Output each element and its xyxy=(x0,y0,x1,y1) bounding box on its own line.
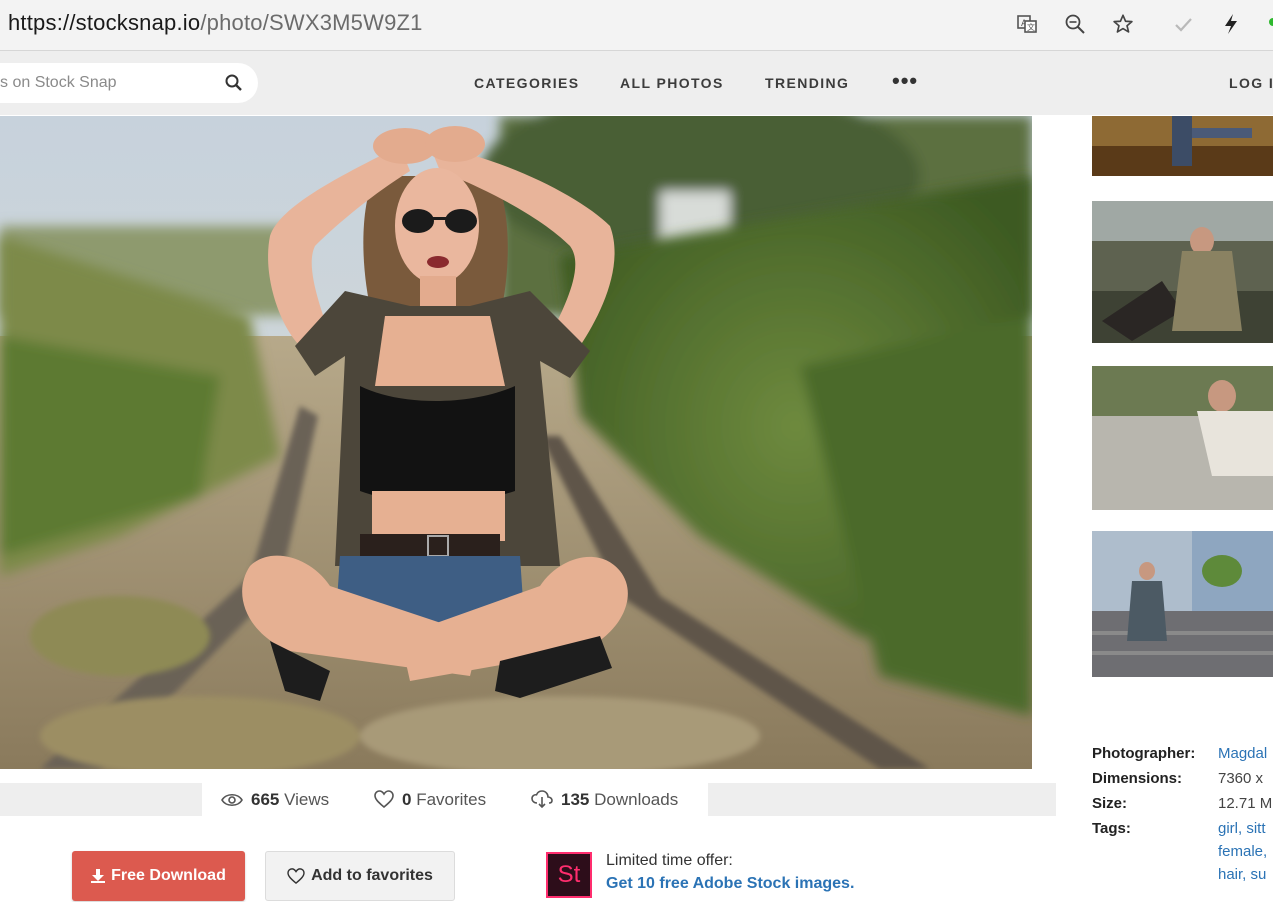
photographer-link[interactable]: Magdal xyxy=(1218,745,1267,762)
size-value: 12.71 M xyxy=(1218,795,1273,812)
nav-all-photos[interactable]: ALL PHOTOS xyxy=(620,75,724,91)
tag-link[interactable]: girl, sitt xyxy=(1218,820,1266,837)
more-menu-button[interactable]: ••• xyxy=(892,68,918,94)
extension-status-dot xyxy=(1269,18,1273,26)
free-download-label: Free Download xyxy=(111,867,226,884)
heart-icon xyxy=(374,790,394,809)
login-link[interactable]: LOG I xyxy=(1229,75,1273,91)
dimensions-label: Dimensions: xyxy=(1092,770,1183,787)
free-download-button[interactable]: Free Download xyxy=(72,851,245,901)
checkmark-icon[interactable] xyxy=(1169,10,1197,38)
stats-bar-right xyxy=(708,783,1056,816)
views-label: Views xyxy=(284,790,330,809)
downloads-label: Downloads xyxy=(594,790,679,809)
url-path: /photo/SWX3M5W9Z1 xyxy=(200,10,423,35)
related-thumbnail[interactable] xyxy=(1092,531,1273,686)
favorites-label: Favorites xyxy=(416,790,487,809)
adobe-stock-logo[interactable]: St xyxy=(546,852,592,898)
size-label: Size: xyxy=(1092,795,1128,812)
search-input[interactable]: s on Stock Snap xyxy=(0,74,117,92)
add-to-favorites-label: Add to favorites xyxy=(311,867,433,884)
photographer-label: Photographer: xyxy=(1092,745,1196,762)
site-nav: s on Stock Snap CATEGORIES ALL PHOTOS TR… xyxy=(0,51,1273,115)
downloads-count: 135 xyxy=(561,790,590,809)
tag-link[interactable]: hair, su xyxy=(1218,866,1266,883)
browser-address-bar: https://stocksnap.io/photo/SWX3M5W9Z1 A文 xyxy=(0,0,1273,51)
related-thumbnail[interactable] xyxy=(1092,116,1273,186)
zoom-icon[interactable] xyxy=(1061,10,1089,38)
search-bar[interactable]: s on Stock Snap xyxy=(0,63,258,103)
url-host: https://stocksnap.io xyxy=(8,10,201,35)
main-photo[interactable] xyxy=(0,116,1032,769)
svg-text:文: 文 xyxy=(1027,22,1035,32)
favorite-star-icon[interactable] xyxy=(1109,10,1137,38)
offer-link[interactable]: Get 10 free Adobe Stock images. xyxy=(606,875,854,893)
download-icon xyxy=(91,869,106,883)
stats-bar-left xyxy=(0,783,202,816)
heart-icon xyxy=(287,868,305,884)
favorites-stat: 0 Favorites xyxy=(374,790,486,810)
cloud-download-icon xyxy=(531,790,553,809)
bolt-icon[interactable] xyxy=(1217,10,1245,38)
tag-link[interactable]: female, xyxy=(1218,843,1267,860)
offer-text: Limited time offer: xyxy=(606,852,733,869)
eye-icon xyxy=(221,793,243,807)
dimensions-value: 7360 x xyxy=(1218,770,1264,787)
nav-trending[interactable]: TRENDING xyxy=(765,75,849,91)
nav-categories[interactable]: CATEGORIES xyxy=(474,75,580,91)
downloads-stat: 135 Downloads xyxy=(531,790,678,810)
url-field[interactable]: https://stocksnap.io/photo/SWX3M5W9Z1 xyxy=(8,10,423,36)
translate-icon[interactable]: A文 xyxy=(1013,10,1041,38)
tags-label: Tags: xyxy=(1092,820,1131,837)
related-thumbnail[interactable] xyxy=(1092,201,1273,352)
views-stat: 665 Views xyxy=(221,790,329,810)
views-count: 665 xyxy=(251,790,280,809)
add-to-favorites-button[interactable]: Add to favorites xyxy=(265,851,455,901)
favorites-count: 0 xyxy=(402,790,412,809)
search-icon[interactable] xyxy=(224,73,244,93)
related-thumbnail[interactable] xyxy=(1092,366,1273,519)
